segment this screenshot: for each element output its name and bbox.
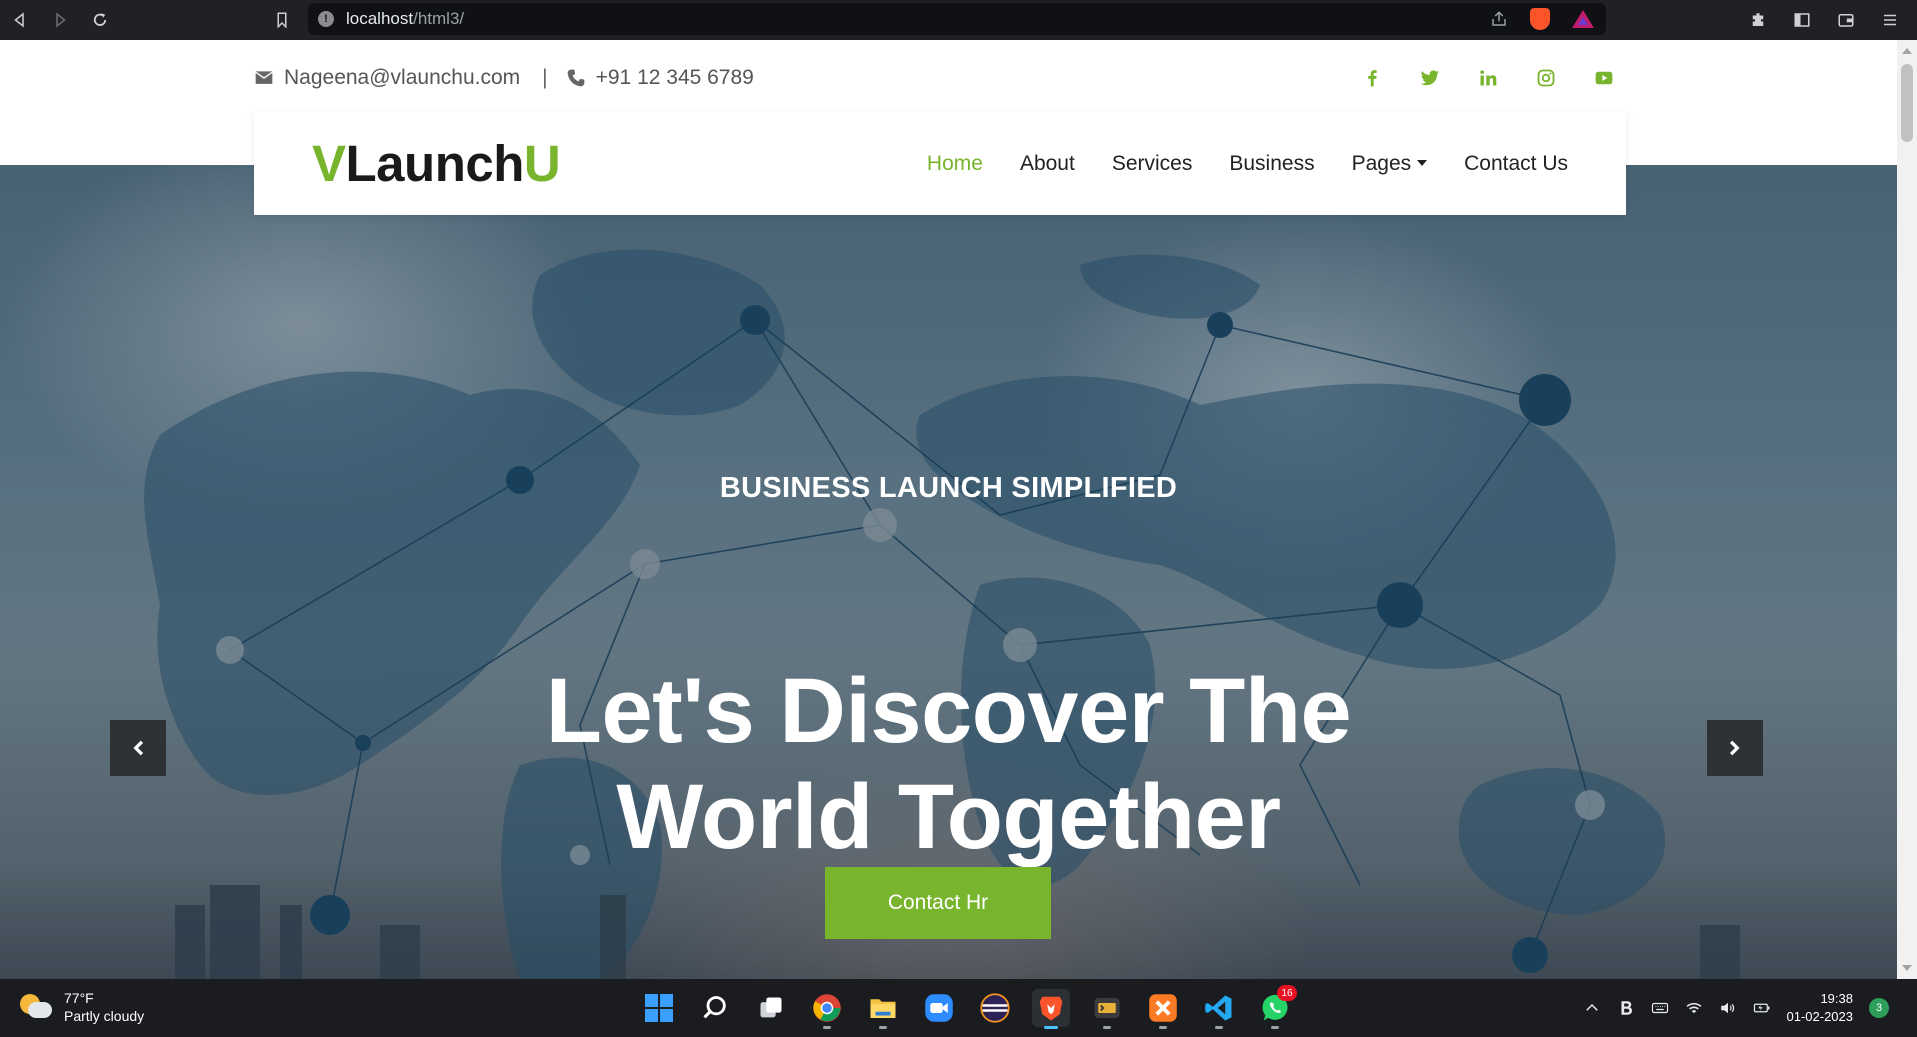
brave-rewards-icon[interactable]: [1572, 10, 1594, 28]
site-info-icon[interactable]: !: [318, 11, 334, 27]
main-navbar: VLaunchU Home About Services Business Pa…: [254, 112, 1626, 215]
scroll-up-arrow-icon[interactable]: [1902, 48, 1912, 54]
scroll-thumb[interactable]: [1901, 64, 1913, 142]
vscode-app[interactable]: [1200, 989, 1238, 1029]
facebook-icon[interactable]: [1362, 68, 1382, 88]
system-clock[interactable]: 19:38 01-02-2023: [1787, 990, 1854, 1026]
task-view-button[interactable]: [752, 989, 790, 1027]
address-bar[interactable]: ! localhost/html3/: [308, 3, 1606, 35]
bookmark-icon[interactable]: [262, 0, 302, 40]
extensions-icon[interactable]: [1749, 11, 1767, 29]
vscode-icon: [1205, 995, 1232, 1021]
back-icon[interactable]: [0, 0, 40, 40]
logo-letter-v: V: [312, 135, 346, 192]
chevron-left-icon: [133, 740, 144, 756]
share-icon[interactable]: [1490, 10, 1508, 28]
nav-services[interactable]: Services: [1112, 152, 1193, 176]
chrome-icon: [813, 994, 841, 1022]
twitter-icon[interactable]: [1420, 68, 1440, 88]
nav-contact-us[interactable]: Contact Us: [1464, 152, 1568, 176]
weather-temperature: 77°F: [64, 990, 94, 1006]
social-links: [1362, 62, 1614, 94]
clock-time: 19:38: [1820, 991, 1853, 1006]
contact-info: Nageena@vlaunchu.com | +91 12 345 6789: [254, 62, 754, 94]
terminal-icon: [1094, 998, 1120, 1018]
file-explorer-app[interactable]: [864, 989, 902, 1029]
sidebar-icon[interactable]: [1793, 11, 1811, 29]
windows-logo-icon: [645, 994, 673, 1022]
logo-word-launch: Launch: [345, 135, 525, 192]
zoom-icon: [925, 994, 953, 1022]
volume-icon[interactable]: [1719, 999, 1737, 1017]
whatsapp-badge: 16: [1277, 985, 1297, 1001]
nav-business[interactable]: Business: [1229, 152, 1314, 176]
site-logo[interactable]: VLaunchU: [312, 134, 561, 193]
eclipse-app[interactable]: [976, 989, 1014, 1027]
brave-icon: [1039, 996, 1063, 1021]
windows-taskbar: 77°F Partly cloudy 16 19:38 01-02-2023 3: [0, 979, 1917, 1037]
forward-icon[interactable]: [40, 0, 80, 40]
caret-down-icon: [1417, 159, 1428, 166]
carousel-next-button[interactable]: [1707, 720, 1763, 776]
clock-date: 01-02-2023: [1786, 1009, 1854, 1024]
url-host: localhost: [346, 9, 414, 28]
zoom-app[interactable]: [920, 989, 958, 1027]
chevron-right-icon: [1729, 740, 1740, 756]
wifi-icon[interactable]: [1685, 999, 1703, 1017]
chevron-up-icon[interactable]: [1583, 999, 1601, 1017]
instagram-icon[interactable]: [1536, 68, 1556, 88]
nav-pages-dropdown[interactable]: Pages: [1352, 152, 1428, 176]
carousel-prev-button[interactable]: [110, 720, 166, 776]
eclipse-icon: [980, 993, 1010, 1023]
phone-link[interactable]: +91 12 345 6789: [596, 66, 754, 90]
nav-home[interactable]: Home: [927, 152, 983, 176]
nav-about[interactable]: About: [1020, 152, 1075, 176]
search-icon: [703, 996, 726, 1019]
email-link[interactable]: Nageena@vlaunchu.com: [284, 66, 520, 90]
youtube-icon[interactable]: [1594, 68, 1614, 88]
url-path: /html3/: [413, 9, 465, 28]
folder-icon: [870, 999, 896, 1018]
scroll-down-arrow-icon[interactable]: [1902, 965, 1912, 971]
nav-pages-label: Pages: [1351, 151, 1412, 175]
chrome-app[interactable]: [808, 989, 846, 1029]
hero-title-line-1: Let's Discover The: [545, 660, 1352, 762]
envelope-icon: [255, 71, 273, 84]
bootstrap-tray-icon[interactable]: [1617, 999, 1635, 1017]
linkedin-icon[interactable]: [1478, 68, 1498, 88]
phone-icon: [567, 69, 584, 87]
page-scrollbar[interactable]: [1897, 40, 1917, 979]
browser-toolbar: ! localhost/html3/: [0, 0, 1917, 40]
reload-icon[interactable]: [80, 0, 120, 40]
task-view-icon: [760, 997, 782, 1018]
weather-widget[interactable]: 77°F Partly cloudy: [20, 989, 144, 1025]
notification-count[interactable]: 3: [1869, 998, 1889, 1018]
wallet-icon[interactable]: [1837, 11, 1855, 29]
taskbar-apps: 16: [640, 985, 1297, 1029]
terminal-app[interactable]: [1088, 989, 1126, 1029]
weather-condition: Partly cloudy: [64, 1008, 145, 1024]
nav-menu: Home About Services Business Pages Conta…: [927, 112, 1568, 215]
logo-letter-u: U: [523, 135, 561, 192]
brave-app[interactable]: [1032, 989, 1070, 1029]
partly-cloudy-icon: [20, 992, 54, 1022]
xampp-icon: [1149, 994, 1177, 1022]
search-button[interactable]: [696, 989, 734, 1027]
battery-icon[interactable]: [1753, 999, 1771, 1017]
system-tray: 19:38 01-02-2023 3: [1583, 979, 1889, 1037]
menu-icon[interactable]: [1881, 11, 1899, 29]
hero-title-line-2: World Together: [616, 766, 1281, 868]
keyboard-icon[interactable]: [1651, 999, 1669, 1017]
web-page: Nageena@vlaunchu.com | +91 12 345 6789 V…: [0, 40, 1897, 979]
start-button[interactable]: [640, 989, 678, 1027]
whatsapp-app[interactable]: 16: [1256, 985, 1297, 1029]
contact-separator: |: [542, 66, 548, 89]
hero-subtitle: BUSINESS LAUNCH SIMPLIFIED: [719, 472, 1178, 504]
brave-shields-icon[interactable]: [1530, 8, 1550, 30]
contact-hr-button[interactable]: Contact Hr: [825, 867, 1051, 939]
xampp-app[interactable]: [1144, 989, 1182, 1029]
